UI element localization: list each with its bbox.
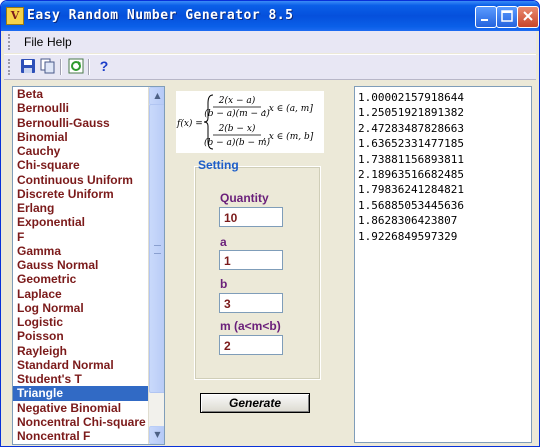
menu-help[interactable]: Help: [47, 35, 72, 49]
distribution-list[interactable]: Beta Bernoulli Bernoulli-Gauss Binomial Cauc…: [12, 86, 165, 445]
title-bar[interactable]: V Easy Random Number Generator 8.5: [1, 1, 539, 31]
list-item[interactable]: Binomial: [13, 130, 148, 144]
list-item[interactable]: Bernoulli-Gauss: [13, 116, 148, 130]
list-item[interactable]: Chi-square: [13, 158, 148, 172]
list-item[interactable]: Gauss Normal: [13, 258, 148, 272]
m-label: m (a<m<b): [220, 319, 281, 333]
list-item[interactable]: Bernoulli: [13, 101, 148, 115]
app-window: V Easy Random Number Generator 8.5 File …: [0, 0, 540, 447]
generate-button[interactable]: Generate: [200, 393, 310, 413]
formula-num1: 2(x − a): [218, 95, 256, 106]
list-item[interactable]: F: [13, 230, 148, 244]
list-item[interactable]: Poisson: [13, 329, 148, 343]
result-line: 1.63652331477185: [358, 137, 464, 151]
formula-den1: (b − a)(m − a): [204, 108, 270, 119]
formula-cond1: , x ∈ (a, m]: [263, 103, 313, 114]
maximize-button[interactable]: [496, 6, 518, 28]
formula-image: f(x) = 2(x − a) (b − a)(m − a) , x ∈ (a,…: [176, 91, 324, 153]
list-item[interactable]: Exponential: [13, 215, 148, 229]
close-button[interactable]: [517, 6, 539, 28]
list-item[interactable]: Geometric: [13, 272, 148, 286]
menu-bar: File Help: [4, 31, 536, 53]
triangle-pdf-formula: f(x) = 2(x − a) (b − a)(m − a) , x ∈ (a,…: [176, 94, 314, 150]
result-line: 1.56885053445636: [358, 198, 464, 212]
scroll-thumb[interactable]: [149, 104, 164, 393]
formula-lhs: f(x) =: [176, 118, 203, 129]
result-line: 1.8628306423807: [358, 214, 458, 228]
list-item[interactable]: Laplace: [13, 287, 148, 301]
result-line: 1.00002157918644: [358, 91, 464, 104]
copy-button[interactable]: [40, 58, 56, 74]
scroll-down-button[interactable]: ▼: [149, 426, 164, 444]
window-title: Easy Random Number Generator 8.5: [27, 8, 294, 23]
b-field[interactable]: 3: [219, 293, 283, 313]
list-item[interactable]: Discrete Uniform: [13, 187, 148, 201]
toolbar-separator: [88, 59, 90, 75]
app-icon[interactable]: V: [6, 7, 24, 25]
list-item[interactable]: Student's T: [13, 372, 148, 386]
a-field[interactable]: 1: [219, 250, 283, 270]
setting-title: Setting: [198, 158, 239, 172]
refresh-icon: [68, 58, 84, 74]
help-icon: ?: [99, 58, 109, 74]
scroll-grip-icon: [154, 245, 161, 254]
result-line: 1.73881156893811: [358, 152, 464, 166]
toolbar-separator: [60, 59, 62, 75]
results-textarea[interactable]: 1.00002157918644 1.25051921891382 2.472834…: [354, 86, 532, 443]
b-label: b: [220, 277, 228, 291]
toolbar-grip: [8, 59, 13, 75]
maximize-icon: [501, 10, 513, 22]
help-button[interactable]: ?: [96, 58, 112, 74]
result-line: 1.79836241284821: [358, 183, 464, 197]
list-item[interactable]: Continuous Uniform: [13, 173, 148, 187]
scroll-up-button[interactable]: ▲: [149, 87, 164, 105]
list-item[interactable]: Gamma: [13, 244, 148, 258]
list-item[interactable]: Rayleigh: [13, 344, 148, 358]
list-item[interactable]: Logistic: [13, 315, 148, 329]
formula-cond2: , x ∈ (m, b]: [263, 131, 314, 142]
result-line: 2.47283487828663: [358, 121, 464, 135]
list-item[interactable]: Noncentral Chi-square: [13, 415, 148, 429]
list-item[interactable]: Noncentral F: [13, 429, 148, 443]
m-field[interactable]: 2: [219, 335, 283, 355]
list-item[interactable]: Standard Normal: [13, 358, 148, 372]
refresh-button[interactable]: [68, 58, 84, 74]
save-icon: [21, 59, 35, 73]
list-item[interactable]: Erlang: [13, 201, 148, 215]
list-scrollbar[interactable]: ▲ ▼: [148, 87, 164, 444]
menu-file[interactable]: File: [24, 35, 43, 49]
list-item[interactable]: Log Normal: [13, 301, 148, 315]
formula-num2: 2(b − x): [218, 123, 256, 134]
a-label: a: [220, 235, 227, 249]
distribution-items: Beta Bernoulli Bernoulli-Gauss Binomial Cauc…: [13, 87, 148, 443]
minimize-button[interactable]: [475, 6, 497, 28]
result-line: 1.9226849597329: [358, 229, 458, 243]
quantity-label: Quantity: [220, 191, 269, 205]
close-icon: [523, 11, 533, 21]
formula-den2: (b − a)(b − m): [204, 137, 270, 148]
result-line: 1.25051921891382: [358, 106, 464, 120]
result-line: 2.18963516682485: [358, 168, 464, 181]
list-item[interactable]: Cauchy: [13, 144, 148, 158]
list-item[interactable]: Beta: [13, 87, 148, 101]
list-item[interactable]: Negative Binomial: [13, 401, 148, 415]
menu-grip: [8, 34, 13, 50]
quantity-field[interactable]: 10: [219, 207, 283, 227]
save-button[interactable]: [20, 58, 36, 74]
toolbar: ?: [4, 54, 536, 80]
minimize-icon: [481, 19, 488, 21]
list-item[interactable]: Triangle: [13, 386, 148, 401]
copy-icon: [40, 58, 55, 74]
